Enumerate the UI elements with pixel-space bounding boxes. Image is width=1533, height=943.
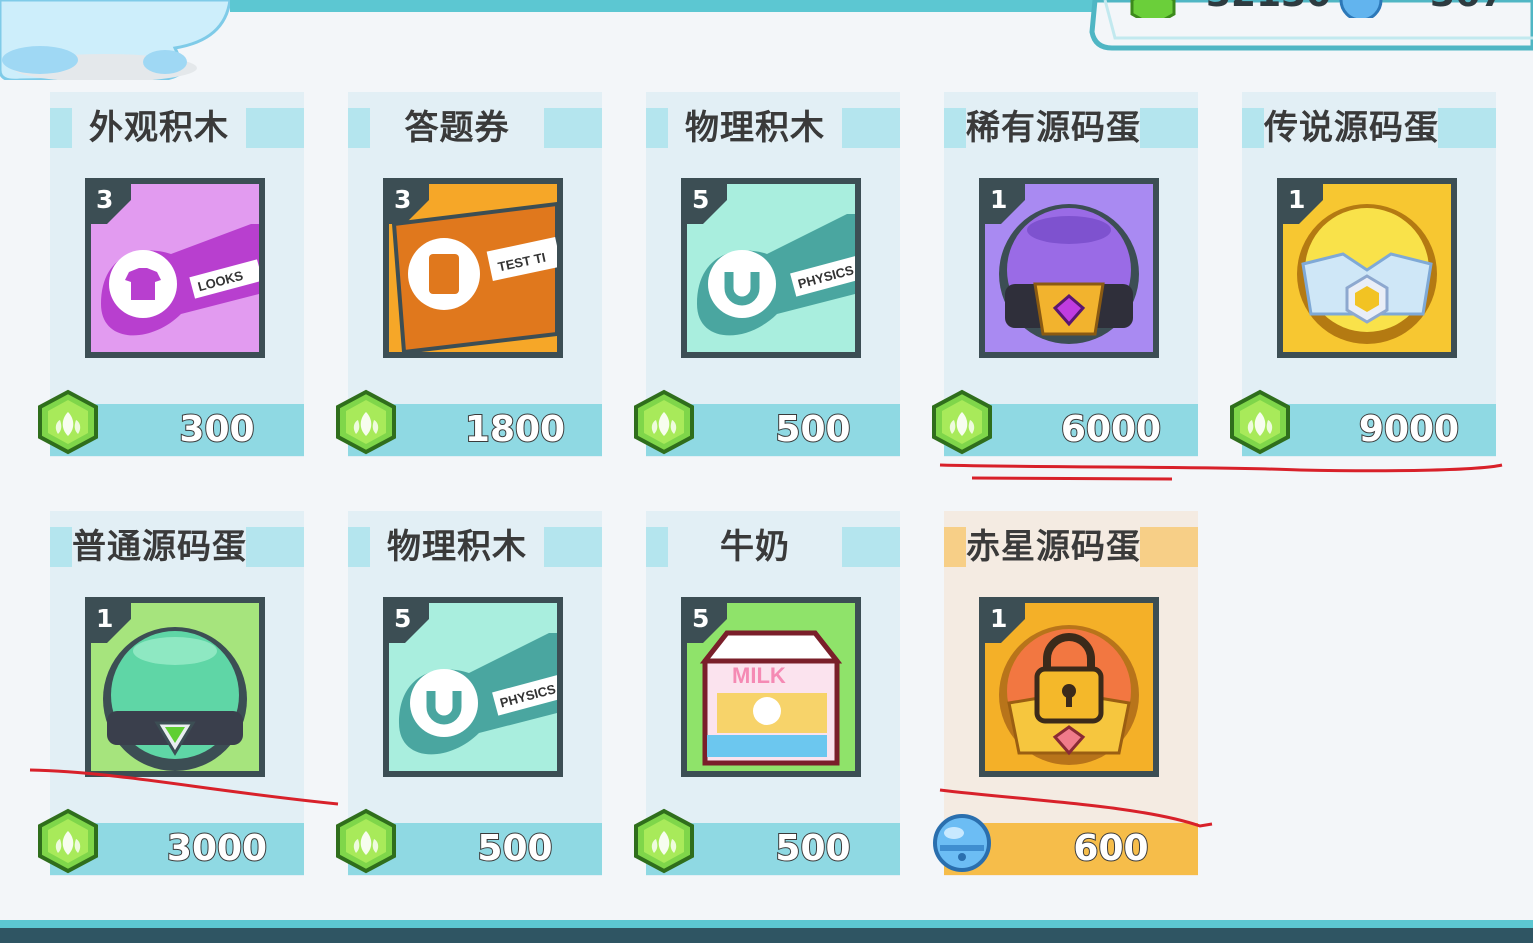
- item-title: 传说源码蛋: [1264, 108, 1439, 148]
- quantity-badge: 5: [687, 184, 727, 224]
- item-quantity: 3: [394, 185, 412, 214]
- item-price: 9000: [1358, 408, 1460, 451]
- header-gem-icon: [1128, 0, 1178, 18]
- shop-item-card[interactable]: 外观积木 LOOKS 3 300: [38, 92, 304, 457]
- item-price: 500: [476, 827, 553, 870]
- item-title: 物理积木: [387, 527, 527, 567]
- item-title: 普通源码蛋: [72, 527, 247, 567]
- quantity-badge: 3: [389, 184, 429, 224]
- item-quantity: 5: [394, 604, 412, 633]
- item-quantity: 1: [1288, 185, 1306, 214]
- item-quantity: 1: [990, 604, 1008, 633]
- item-title-bar: 答题券: [348, 108, 602, 148]
- rare-egg-icon[interactable]: 1: [979, 178, 1159, 358]
- shop-item-card[interactable]: 传说源码蛋 1 9000: [1230, 92, 1496, 457]
- gem-icon: [630, 388, 698, 456]
- locked-red-egg-icon[interactable]: 1: [979, 597, 1159, 777]
- bell-icon: [928, 807, 996, 875]
- top-header: 32130 367: [0, 0, 1533, 82]
- item-title-bar: 物理积木: [348, 527, 602, 567]
- item-quantity: 1: [990, 185, 1008, 214]
- item-title-bar: 牛奶: [646, 527, 900, 567]
- item-title-bar: 外观积木: [50, 108, 304, 148]
- gem-icon: [332, 388, 400, 456]
- header-bell-icon: [1336, 0, 1386, 18]
- svg-text:MILK: MILK: [732, 663, 786, 688]
- quantity-badge: 1: [1283, 184, 1323, 224]
- bottom-bar: [0, 920, 1533, 943]
- item-title-bar: 物理积木: [646, 108, 900, 148]
- looks-block-icon[interactable]: LOOKS 3: [85, 178, 265, 358]
- quantity-badge: 1: [985, 184, 1025, 224]
- item-title-bar: 普通源码蛋: [50, 527, 304, 567]
- item-quantity: 5: [692, 604, 710, 633]
- item-price: 500: [774, 827, 851, 870]
- milk-icon[interactable]: MILK 5: [681, 597, 861, 777]
- gem-icon: [332, 807, 400, 875]
- gem-icon: [630, 807, 698, 875]
- item-quantity: 5: [692, 185, 710, 214]
- annotation-line: [971, 476, 1173, 481]
- shop-item-card[interactable]: 物理积木 PHYSICS 5 500: [336, 511, 602, 876]
- item-title: 物理积木: [685, 108, 825, 148]
- shop-item-card[interactable]: 牛奶 MILK 5 500: [634, 511, 900, 876]
- item-title-bar: 稀有源码蛋: [944, 108, 1198, 148]
- common-egg-icon[interactable]: 1: [85, 597, 265, 777]
- physics-block-icon[interactable]: PHYSICS 5: [383, 597, 563, 777]
- item-title: 稀有源码蛋: [966, 108, 1141, 148]
- item-title-bar: 传说源码蛋: [1242, 108, 1496, 148]
- legendary-egg-icon[interactable]: 1: [1277, 178, 1457, 358]
- item-price: 300: [178, 408, 255, 451]
- item-title-bar: 赤星源码蛋: [944, 527, 1198, 567]
- quantity-badge: 1: [985, 603, 1025, 643]
- test-ticket-icon[interactable]: TEST TI 3: [383, 178, 563, 358]
- quantity-badge: 1: [91, 603, 131, 643]
- quantity-badge: 5: [389, 603, 429, 643]
- item-price: 3000: [166, 827, 268, 870]
- gem-count: 32130: [1206, 0, 1331, 15]
- item-title: 答题券: [404, 108, 510, 148]
- item-quantity: 3: [96, 185, 114, 214]
- shop-item-card[interactable]: 答题券 TEST TI 3 1800: [336, 92, 602, 457]
- item-title: 外观积木: [89, 108, 229, 148]
- shop-item-card[interactable]: 普通源码蛋 1 3000: [38, 511, 304, 876]
- item-price: 1800: [464, 408, 566, 451]
- item-price: 6000: [1060, 408, 1162, 451]
- gem-icon: [34, 388, 102, 456]
- quantity-badge: 3: [91, 184, 131, 224]
- shop-item-card[interactable]: 赤星源码蛋 1 600: [933, 511, 1198, 876]
- item-quantity: 1: [96, 604, 114, 633]
- quantity-badge: 5: [687, 603, 727, 643]
- annotation-line: [939, 463, 1503, 473]
- item-price: 500: [774, 408, 851, 451]
- shop-item-card[interactable]: 物理积木 PHYSICS 5 500: [634, 92, 900, 457]
- physics-block-icon[interactable]: PHYSICS 5: [681, 178, 861, 358]
- gem-icon: [928, 388, 996, 456]
- item-price: 600: [1072, 827, 1149, 870]
- gem-icon: [1226, 388, 1294, 456]
- item-title: 赤星源码蛋: [966, 527, 1141, 567]
- gem-icon: [34, 807, 102, 875]
- item-title: 牛奶: [720, 527, 790, 567]
- mascot-icon: [0, 0, 232, 82]
- shop-item-card[interactable]: 稀有源码蛋 1 6000: [932, 92, 1198, 457]
- bell-count: 367: [1430, 0, 1505, 15]
